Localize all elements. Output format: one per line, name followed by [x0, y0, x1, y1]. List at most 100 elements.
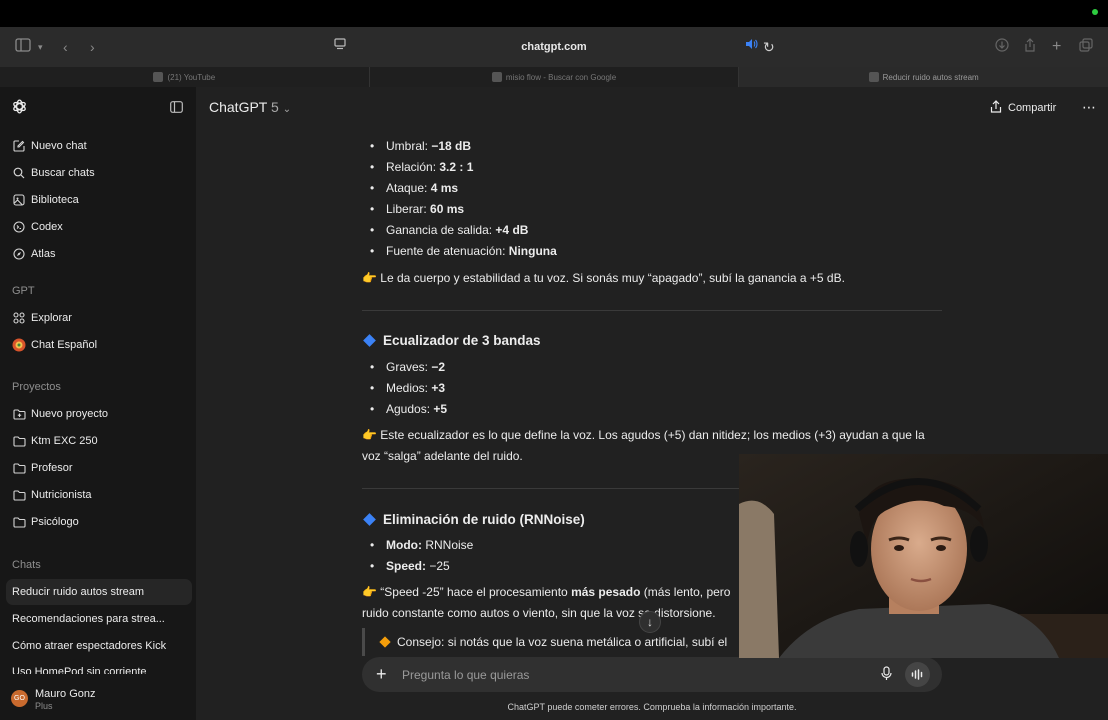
sidebar-item-chat-espanol[interactable]: Chat Español	[6, 332, 192, 358]
sidebar-item-label: Nutricionista	[31, 489, 92, 501]
noise-note-line2: ruido constante como autos o viento, sin…	[362, 606, 716, 620]
sidebar-item-new-chat[interactable]: Nuevo chat	[6, 133, 192, 159]
sidebar-item-label: Psicólogo	[31, 516, 79, 528]
forward-icon[interactable]: ›	[90, 38, 95, 56]
divider	[362, 310, 942, 311]
list-item-label: Speed:	[386, 559, 427, 573]
blue-diamond-icon	[363, 334, 376, 347]
grid-icon	[12, 312, 26, 324]
cut-off-heading	[362, 117, 942, 123]
arrow-down-icon: ↓	[647, 615, 653, 629]
tab-label: Reducir ruido autos stream	[882, 72, 979, 82]
message-composer: + Pregunta lo que quieras	[362, 657, 942, 692]
waveform-icon	[911, 669, 923, 680]
reload-icon[interactable]: ↻	[763, 38, 775, 56]
scroll-to-bottom-button[interactable]: ↓	[639, 611, 661, 633]
list-item-label: Liberar:	[386, 202, 427, 216]
section-heading-text: Ecualizador de 3 bandas	[383, 333, 541, 348]
speaker-icon[interactable]	[745, 38, 758, 50]
voice-mode-button[interactable]	[905, 662, 930, 687]
list-item-value: +4 dB	[495, 223, 529, 237]
sidebar-item-label: Explorar	[31, 312, 72, 324]
disclaimer-text: ChatGPT puede cometer errores. Comprueba…	[507, 702, 797, 712]
list-item: Fuente de atenuación: Ninguna	[370, 244, 557, 258]
noise-note-text: 👉 “Speed -25” hace el procesamiento	[362, 585, 572, 599]
list-item: Ataque: 4 ms	[370, 181, 458, 195]
new-folder-icon	[12, 408, 26, 420]
share-icon	[990, 100, 1002, 116]
sidebar-item-search-chats[interactable]: Buscar chats	[6, 160, 192, 186]
share-browser-icon[interactable]	[1024, 38, 1036, 52]
sidebar-item-new-project[interactable]: Nuevo proyecto	[6, 401, 192, 427]
sidebar-item-label: Profesor	[31, 462, 73, 474]
sidebar-item-explore[interactable]: Explorar	[6, 305, 192, 331]
prompt-input[interactable]: Pregunta lo que quieras	[402, 668, 529, 682]
list-item-label: Ataque:	[386, 181, 428, 195]
browser-tab-strip: (21) YouTube misio flow - Buscar con Goo…	[0, 67, 1108, 87]
avatar: GO	[11, 690, 28, 707]
model-selector[interactable]: ChatGPT 5 ⌄	[209, 99, 291, 115]
section-heading-text: Eliminación de ruido (RNNoise)	[383, 512, 585, 527]
user-plan: Plus	[35, 701, 53, 711]
sidebar-item-codex[interactable]: Codex	[6, 214, 192, 240]
back-icon[interactable]: ‹	[63, 38, 68, 56]
list-item-value: −25	[429, 559, 450, 573]
sidebar-item-library[interactable]: Biblioteca	[6, 187, 192, 213]
tip-text: Consejo: si notás que la voz suena metál…	[397, 635, 728, 649]
codex-icon	[12, 221, 26, 233]
new-tab-icon[interactable]: +	[1052, 38, 1061, 56]
blue-diamond-icon	[363, 513, 376, 526]
sidebar-section-projects: Proyectos	[12, 381, 61, 393]
sidebar-section-gpt: GPT	[12, 285, 35, 297]
chatgpt-favicon-icon	[868, 72, 879, 82]
sidebar-item-atlas[interactable]: Atlas	[6, 241, 192, 267]
noise-note-text: (más lento, pero	[640, 585, 731, 599]
orange-diamond-icon	[379, 636, 391, 648]
tab-google-search[interactable]: misio flow - Buscar con Google	[370, 67, 740, 87]
list-item: Umbral: −18 dB	[370, 139, 471, 153]
page-menu-icon[interactable]	[334, 38, 346, 50]
list-item: Modo: RNNoise	[370, 538, 474, 552]
add-attachment-button[interactable]: +	[376, 664, 387, 684]
tab-overview-icon[interactable]	[1079, 38, 1093, 52]
noise-note-bold: más pesado	[571, 585, 641, 599]
sidebar: Nuevo chat Buscar chats Biblioteca Codex…	[0, 87, 196, 720]
user-account-button[interactable]: GO Mauro Gonz Plus	[0, 676, 196, 720]
chat-history-item-active[interactable]: Reducir ruido autos stream	[6, 579, 192, 605]
tab-label: (21) YouTube	[167, 72, 216, 82]
user-name: Mauro Gonz	[35, 688, 96, 700]
sidebar-item-label: Chat Español	[31, 339, 98, 351]
sidebar-item-label: Codex	[31, 221, 63, 233]
search-icon	[12, 167, 26, 179]
list-item: Liberar: 60 ms	[370, 202, 464, 216]
chevron-down-icon[interactable]: ▾	[38, 38, 43, 56]
list-item: Graves: −2	[370, 360, 445, 374]
screen-top-bar	[0, 0, 1108, 27]
sidebar-section-chats: Chats	[12, 559, 41, 571]
sidebar-item-project-profesor[interactable]: Profesor	[6, 455, 192, 481]
close-sidebar-icon[interactable]	[170, 100, 183, 118]
list-item-label: Medios:	[386, 381, 429, 395]
chat-history-item[interactable]: Uso HomePod sin corriente	[6, 660, 192, 674]
sidebar-item-project-ktm[interactable]: Ktm EXC 250	[6, 428, 192, 454]
list-item: Agudos: +5	[370, 402, 447, 416]
download-icon[interactable]	[995, 38, 1009, 52]
chat-history-item[interactable]: Cómo atraer espectadores Kick	[6, 633, 192, 659]
tab-chatgpt-active[interactable]: Reducir ruido autos stream	[739, 67, 1108, 87]
openai-logo-icon[interactable]	[11, 98, 28, 120]
sidebar-item-label: Nuevo chat	[31, 140, 87, 152]
sidebar-toggle-icon[interactable]	[15, 38, 31, 52]
compass-icon	[12, 248, 26, 260]
list-item: Speed: −25	[370, 559, 450, 573]
sidebar-item-project-nutricionista[interactable]: Nutricionista	[6, 482, 192, 508]
list-item-value: RNNoise	[425, 538, 474, 552]
address-bar-url[interactable]: chatgpt.com	[0, 27, 1108, 67]
chat-history-item[interactable]: Recomendaciones para strea...	[6, 606, 192, 632]
share-button[interactable]: Compartir	[990, 100, 1056, 116]
tab-youtube[interactable]: (21) YouTube	[0, 67, 370, 87]
webcam-overlay	[739, 454, 1108, 658]
folder-icon	[12, 435, 26, 447]
sidebar-item-project-psicologo[interactable]: Psicólogo	[6, 509, 192, 535]
microphone-icon[interactable]	[881, 666, 892, 686]
more-options-icon[interactable]: ⋯	[1082, 99, 1097, 116]
